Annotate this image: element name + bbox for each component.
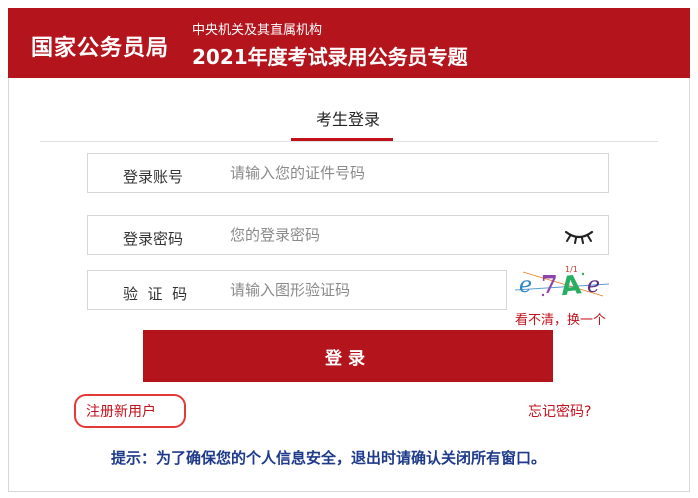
captcha-input[interactable] <box>230 271 490 309</box>
login-button[interactable]: 登录 <box>143 330 553 382</box>
captcha-refresh-link[interactable]: 看不清，换一个 <box>515 309 606 328</box>
security-notice: 提示：为了确保您的个人信息安全，退出时请确认关闭所有窗口。 <box>111 449 547 467</box>
forgot-password-link[interactable]: 忘记密码? <box>528 401 591 421</box>
account-input[interactable] <box>230 154 590 192</box>
site-header: 国家公务员局 中央机关及其直属机构 2021年度考试录用公务员专题 <box>8 8 690 78</box>
password-field: 登录密码 <box>87 215 609 255</box>
org-subtitle: 中央机关及其直属机构 <box>192 23 323 38</box>
captcha-label: 验 证 码 <box>123 285 188 303</box>
captcha-image[interactable]: e 7 A e 1/1 <box>513 262 611 304</box>
svg-text:e: e <box>587 273 600 298</box>
tab-divider <box>40 141 658 142</box>
account-field: 登录账号 <box>87 153 609 193</box>
brand-title: 国家公务员局 <box>31 36 170 61</box>
captcha-field: 验 证 码 <box>87 270 507 310</box>
account-label: 登录账号 <box>123 168 184 186</box>
password-input[interactable] <box>230 216 550 254</box>
svg-text:7: 7 <box>541 270 558 299</box>
eye-closed-icon[interactable] <box>564 228 594 244</box>
svg-text:e: e <box>519 273 532 298</box>
topic-title: 2021年度考试录用公务员专题 <box>192 45 468 69</box>
svg-text:1/1: 1/1 <box>565 265 578 274</box>
password-label: 登录密码 <box>123 230 184 248</box>
svg-text:A: A <box>559 270 582 302</box>
tab-candidate-login[interactable]: 考生登录 <box>300 100 396 140</box>
register-link[interactable]: 注册新用户 <box>86 401 156 421</box>
